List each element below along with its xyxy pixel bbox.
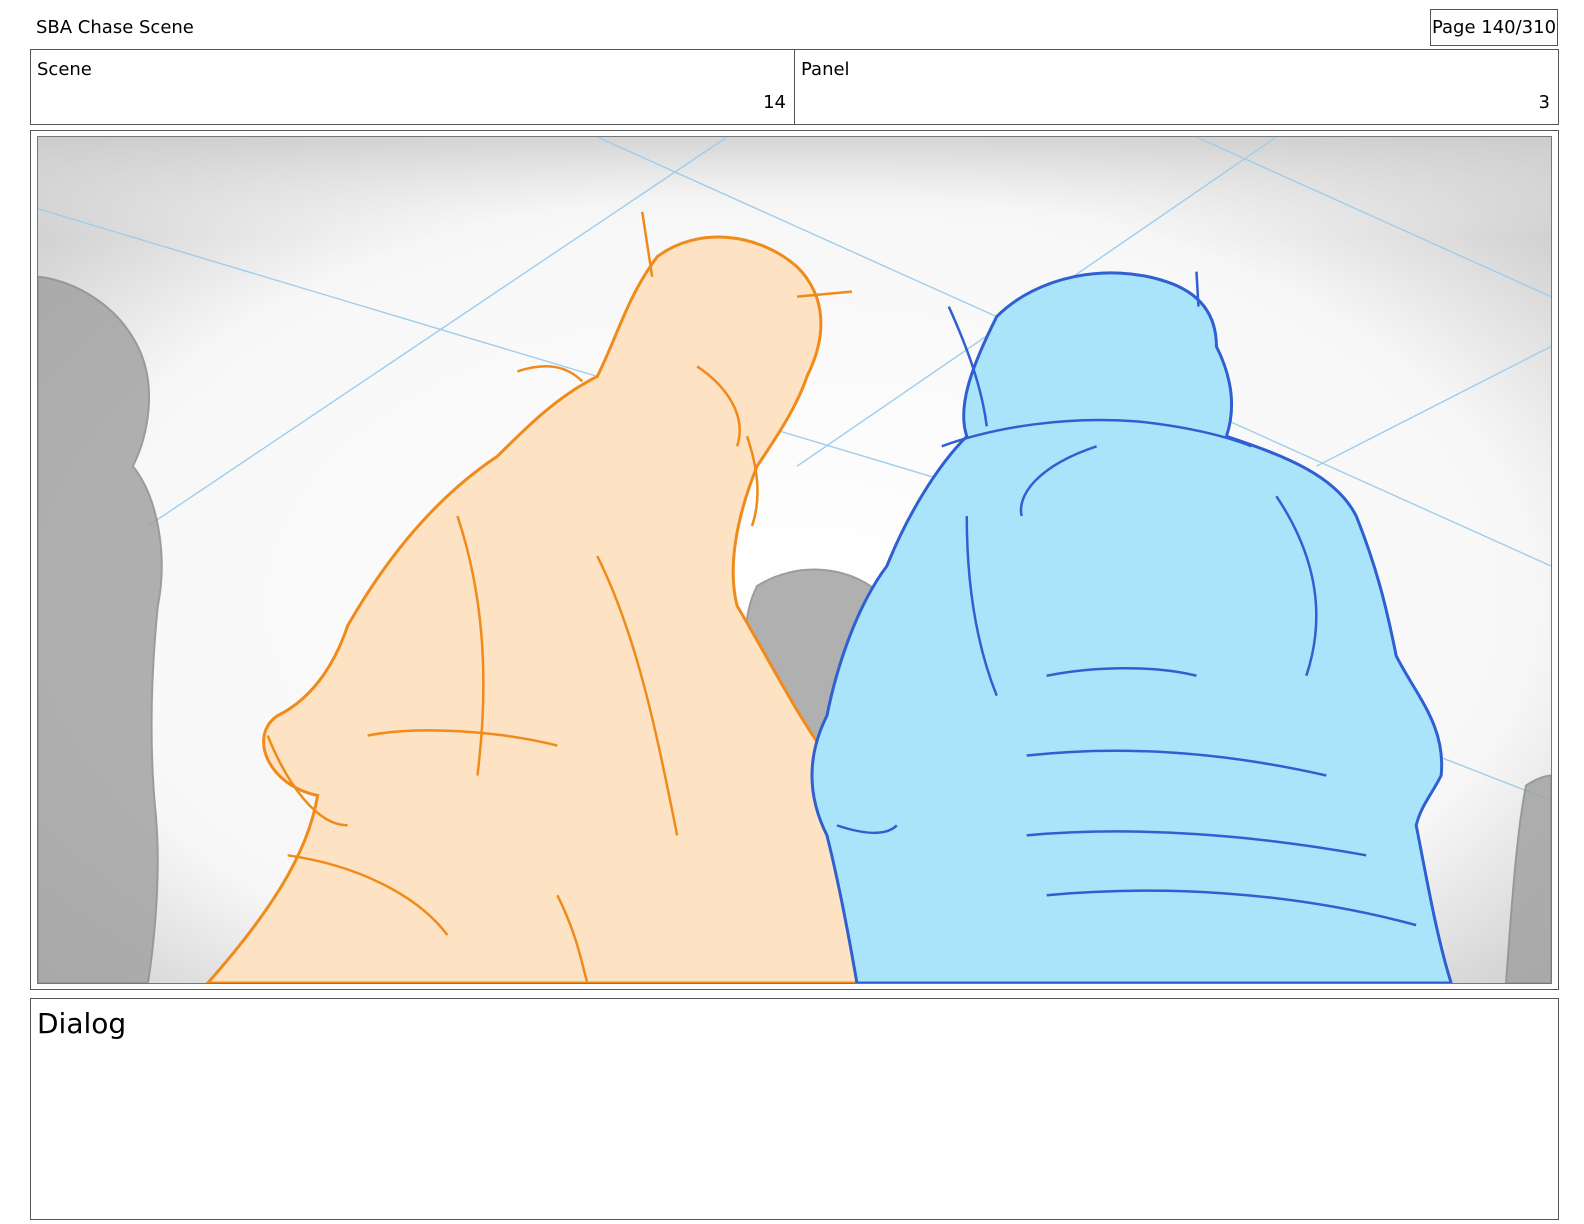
document-title: SBA Chase Scene — [36, 17, 194, 38]
panel-label: Panel — [801, 59, 850, 80]
panel-frame — [30, 130, 1559, 990]
scene-label: Scene — [37, 59, 92, 80]
page-indicator: Page 140/310 — [1430, 9, 1558, 46]
storyboard-sketch-icon — [38, 137, 1551, 983]
panel-number: 3 — [1538, 92, 1550, 113]
panel-cell: Panel 3 — [794, 50, 1558, 124]
scene-number: 14 — [763, 92, 786, 113]
scene-panel-row: Scene 14 Panel 3 — [30, 49, 1559, 125]
scene-cell: Scene 14 — [31, 50, 794, 124]
storyboard-panel-image — [37, 136, 1552, 984]
dialog-box: Dialog — [30, 998, 1559, 1220]
dialog-label: Dialog — [37, 1007, 127, 1040]
